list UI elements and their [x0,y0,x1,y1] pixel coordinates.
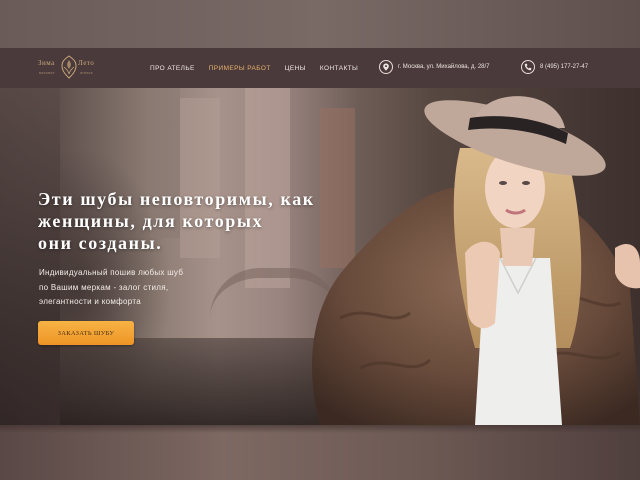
main-nav: Про ателье Примеры работ Цены Контакты [150,48,358,88]
map-pin-icon [379,60,393,74]
phone-icon [521,60,535,74]
nav-item-portfolio[interactable]: Примеры работ [209,65,271,72]
hero-subtitle-line: элегантности и комфорта [39,297,141,306]
blurred-background-top [0,0,640,48]
phone-block: 8 (495) 177-27-47 [521,60,588,74]
logo-word-right: Лето [78,59,95,67]
hero-subtitle-line: Индивидуальный пошив любых шуб [39,268,184,277]
hero-title-line: Эти шубы неповторимы, как [38,189,315,209]
logo-subtitle-left: меховое [39,71,55,75]
nav-item-contacts[interactable]: Контакты [320,65,358,72]
background-building [0,88,60,425]
hero-title-line: женщины, для которых [38,211,264,231]
blurred-background-bottom [0,425,640,480]
woman-in-fur-coat-photo [312,96,640,425]
logo-subtitle-right: ателье [80,71,93,75]
hero-subtitle-line: по Вашим меркам - залог стиля, [39,282,169,292]
site-header: Зима Лето меховое ателье Про ателье Прим… [0,48,640,88]
hero-title-line: они созданы. [38,233,163,253]
address-block: г. Москва, ул. Михайлова, д. 28/7 [379,60,490,74]
order-coat-button-label: Заказать шубу [57,329,115,337]
nav-item-prices[interactable]: Цены [285,65,306,72]
hero-subtitle: Индивидуальный пошив любых шуб по Вашим … [39,266,229,310]
logo[interactable]: Зима Лето меховое ателье [38,55,100,81]
hero-section: Эти шубы неповторимы, как женщины, для к… [0,88,640,425]
address-text: г. Москва, ул. Михайлова, д. 28/7 [398,64,490,70]
nav-item-about[interactable]: Про ателье [150,65,195,72]
logo-word-left: Зима [38,59,55,67]
order-coat-button[interactable]: Заказать шубу [38,321,134,345]
logo-crest-icon [61,55,77,79]
hero-title: Эти шубы неповторимы, как женщины, для к… [38,188,368,254]
phone-text[interactable]: 8 (495) 177-27-47 [540,64,588,70]
